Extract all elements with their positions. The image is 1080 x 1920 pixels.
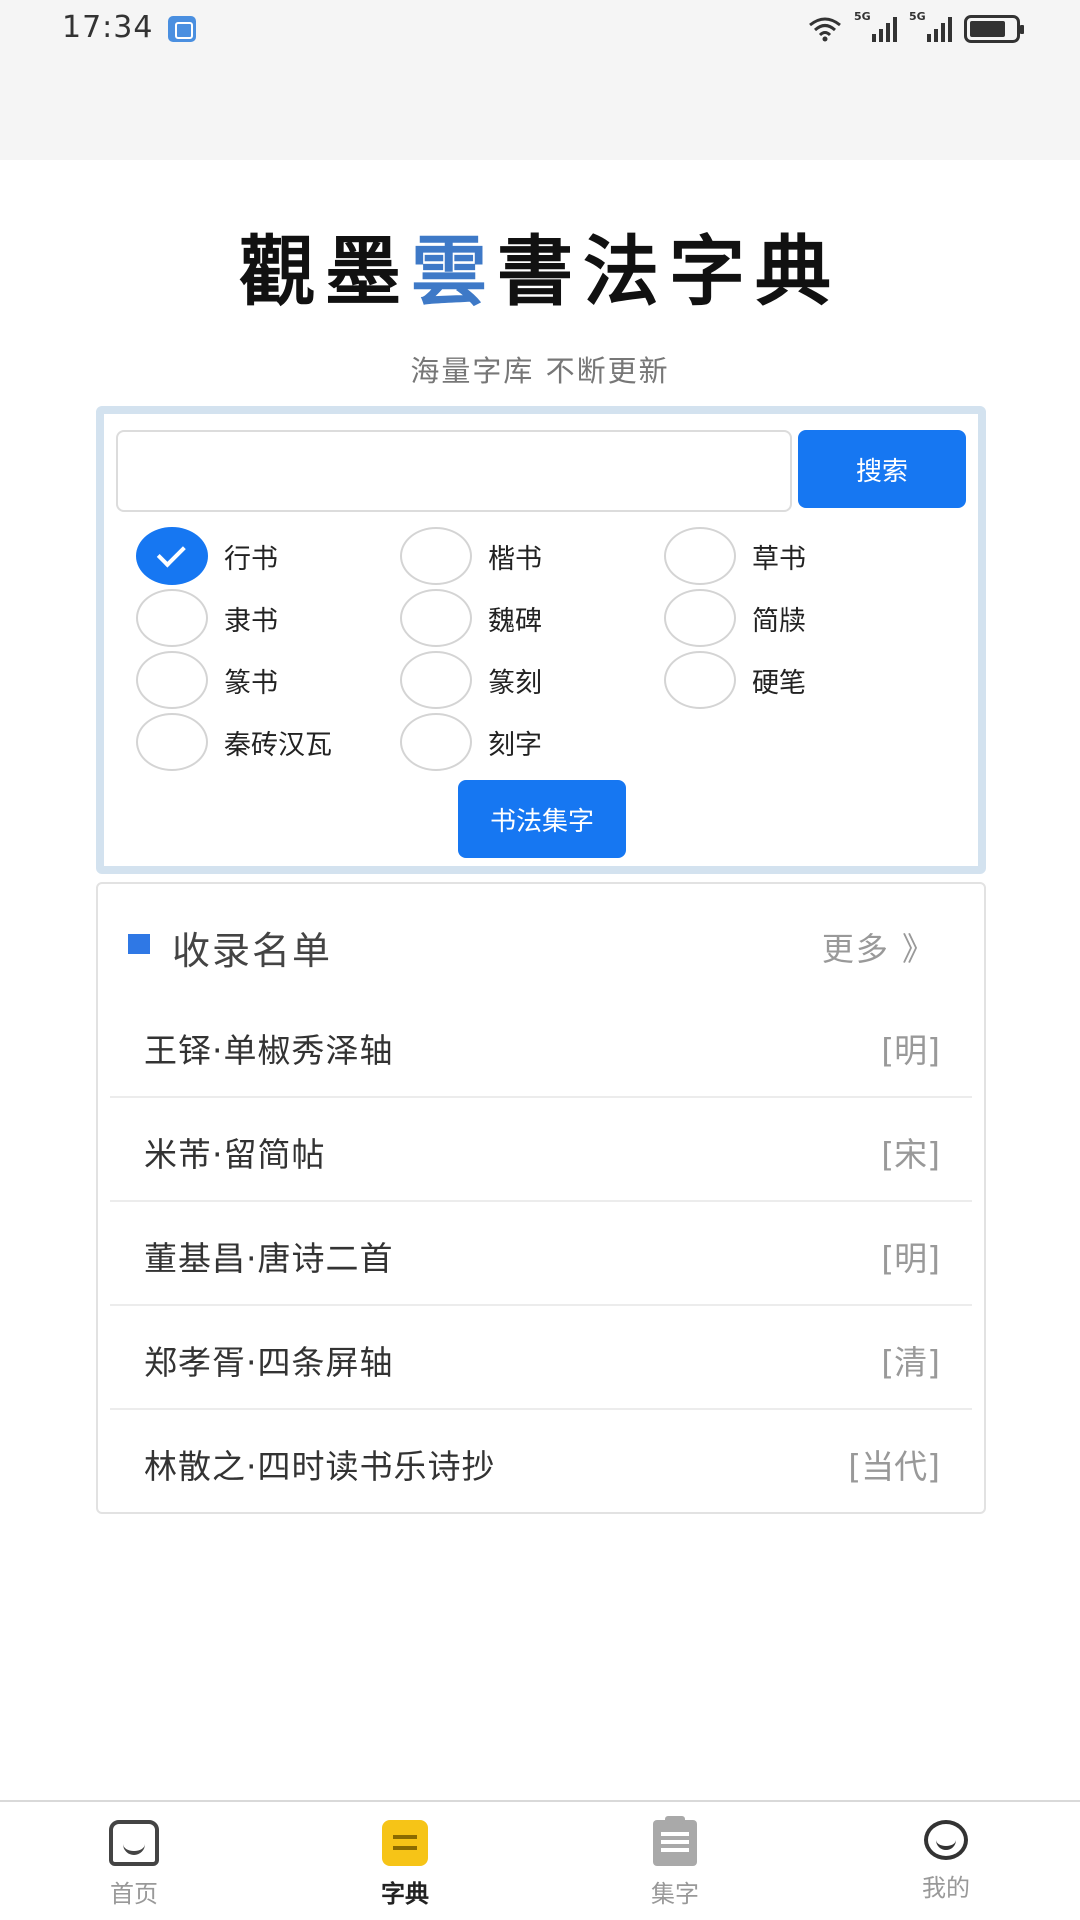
logo-text-a: 觀墨 <box>239 227 411 316</box>
style-option-label: 隶书 <box>224 605 278 637</box>
collection-row[interactable]: 米芾·留简帖 [宋] <box>110 1098 972 1202</box>
radio-icon[interactable] <box>400 651 472 709</box>
network-type-1: 5G <box>854 10 871 23</box>
style-option[interactable]: 行书 <box>136 526 278 586</box>
style-option-label: 秦砖汉瓦 <box>224 729 332 761</box>
nav-home[interactable]: 首页 <box>64 1820 204 1920</box>
radio-icon[interactable] <box>400 589 472 647</box>
radio-icon[interactable] <box>400 527 472 585</box>
radio-icon[interactable] <box>664 589 736 647</box>
collection-item-dynasty: [明] <box>881 1239 940 1278</box>
style-option[interactable]: 楷书 <box>400 526 542 586</box>
style-option-label: 硬笔 <box>752 667 806 699</box>
collection-row[interactable]: 董基昌·唐诗二首 [明] <box>110 1202 972 1306</box>
signal-icon-2: 5G <box>909 10 952 42</box>
style-option[interactable]: 简牍 <box>664 588 806 648</box>
search-button[interactable]: 搜索 <box>798 430 966 508</box>
profile-icon <box>924 1820 968 1860</box>
nav-profile[interactable]: 我的 <box>876 1820 1016 1920</box>
status-bar: 17:34 5G 5G <box>0 0 1080 160</box>
collection-panel: 收录名单 更多 》 王铎·单椒秀泽轴 [明] 米芾·留简帖 [宋] 董基昌·唐诗二首 [明… <box>96 882 986 1514</box>
style-option[interactable]: 草书 <box>664 526 806 586</box>
collection-item-title: 董基昌·唐诗二首 <box>144 1239 394 1278</box>
logo-text-c: 書法字典 <box>497 227 841 316</box>
collection-item-title: 王铎·单椒秀泽轴 <box>144 1031 394 1070</box>
logo-text-b: 雲 <box>411 227 497 316</box>
collection-item-title: 米芾·留简帖 <box>144 1135 326 1174</box>
battery-level <box>970 21 1006 37</box>
style-option-label: 篆书 <box>224 667 278 699</box>
collection-item-dynasty: [清] <box>881 1343 940 1382</box>
nav-label: 首页 <box>110 1880 158 1908</box>
radio-icon[interactable] <box>136 589 208 647</box>
radio-icon[interactable] <box>664 527 736 585</box>
battery-icon <box>964 15 1024 43</box>
radio-checked-icon[interactable] <box>136 527 208 585</box>
clipboard-icon <box>653 1816 697 1866</box>
collection-title: 收录名单 <box>172 929 333 973</box>
collection-item-title: 林散之·四时读书乐诗抄 <box>144 1447 496 1486</box>
section-marker-icon <box>128 934 150 954</box>
style-option-label: 简牍 <box>752 605 806 637</box>
style-option-label: 魏碑 <box>488 605 542 637</box>
collection-list: 王铎·单椒秀泽轴 [明] 米芾·留简帖 [宋] 董基昌·唐诗二首 [明] 郑孝胥·四条屏轴 [… <box>110 994 972 1514</box>
nav-label: 我的 <box>922 1874 970 1902</box>
nav-label: 集字 <box>651 1880 699 1908</box>
nav-label: 字典 <box>381 1880 429 1908</box>
collection-row[interactable]: 郑孝胥·四条屏轴 [清] <box>110 1306 972 1410</box>
subtitle: 海量字库 不断更新 <box>410 354 670 388</box>
wifi-icon <box>809 17 841 42</box>
style-option[interactable]: 篆刻 <box>400 650 542 710</box>
search-input[interactable] <box>116 430 792 512</box>
app-logo: 觀墨雲書法字典 <box>0 210 1080 320</box>
style-option[interactable]: 魏碑 <box>400 588 542 648</box>
style-option-label: 篆刻 <box>488 667 542 699</box>
network-type-2: 5G <box>909 10 926 23</box>
collection-item-dynasty: [明] <box>881 1031 940 1070</box>
calligraphy-collect-button[interactable]: 书法集字 <box>458 780 626 858</box>
style-option-label: 草书 <box>752 543 806 575</box>
collection-item-title: 郑孝胥·四条屏轴 <box>144 1343 394 1382</box>
nav-dictionary[interactable]: 字典 <box>335 1820 475 1920</box>
collection-row[interactable]: 王铎·单椒秀泽轴 [明] <box>110 994 972 1098</box>
collection-header: 收录名单 更多 》 <box>98 914 984 974</box>
collection-row[interactable]: 林散之·四时读书乐诗抄 [当代] <box>110 1410 972 1514</box>
dictionary-icon <box>382 1820 428 1866</box>
style-option-label: 刻字 <box>488 729 542 761</box>
style-option-label: 行书 <box>224 543 278 575</box>
nav-collect[interactable]: 集字 <box>605 1816 745 1920</box>
radio-icon[interactable] <box>664 651 736 709</box>
signal-icon-1: 5G <box>854 10 897 42</box>
radio-icon[interactable] <box>400 713 472 771</box>
style-option-label: 楷书 <box>488 543 542 575</box>
style-option[interactable]: 秦砖汉瓦 <box>136 712 332 772</box>
bottom-nav: 首页 字典 集字 我的 <box>0 1800 1080 1920</box>
collection-item-dynasty: [当代] <box>848 1447 940 1486</box>
collection-item-dynasty: [宋] <box>881 1135 940 1174</box>
radio-icon[interactable] <box>136 651 208 709</box>
style-option[interactable]: 隶书 <box>136 588 278 648</box>
more-link[interactable]: 更多 》 <box>822 924 936 970</box>
search-panel: 搜索 行书 楷书 草书隶书 魏碑 简牍篆书 篆刻 硬笔秦砖汉瓦 刻字 书法集字 <box>96 406 986 874</box>
style-option[interactable]: 刻字 <box>400 712 542 772</box>
radio-icon[interactable] <box>136 713 208 771</box>
style-option[interactable]: 硬笔 <box>664 650 806 710</box>
style-option[interactable]: 篆书 <box>136 650 278 710</box>
notification-app-icon <box>168 16 196 42</box>
home-icon <box>109 1820 159 1866</box>
status-time: 17:34 <box>62 10 154 45</box>
status-indicators: 5G 5G <box>808 10 1024 46</box>
